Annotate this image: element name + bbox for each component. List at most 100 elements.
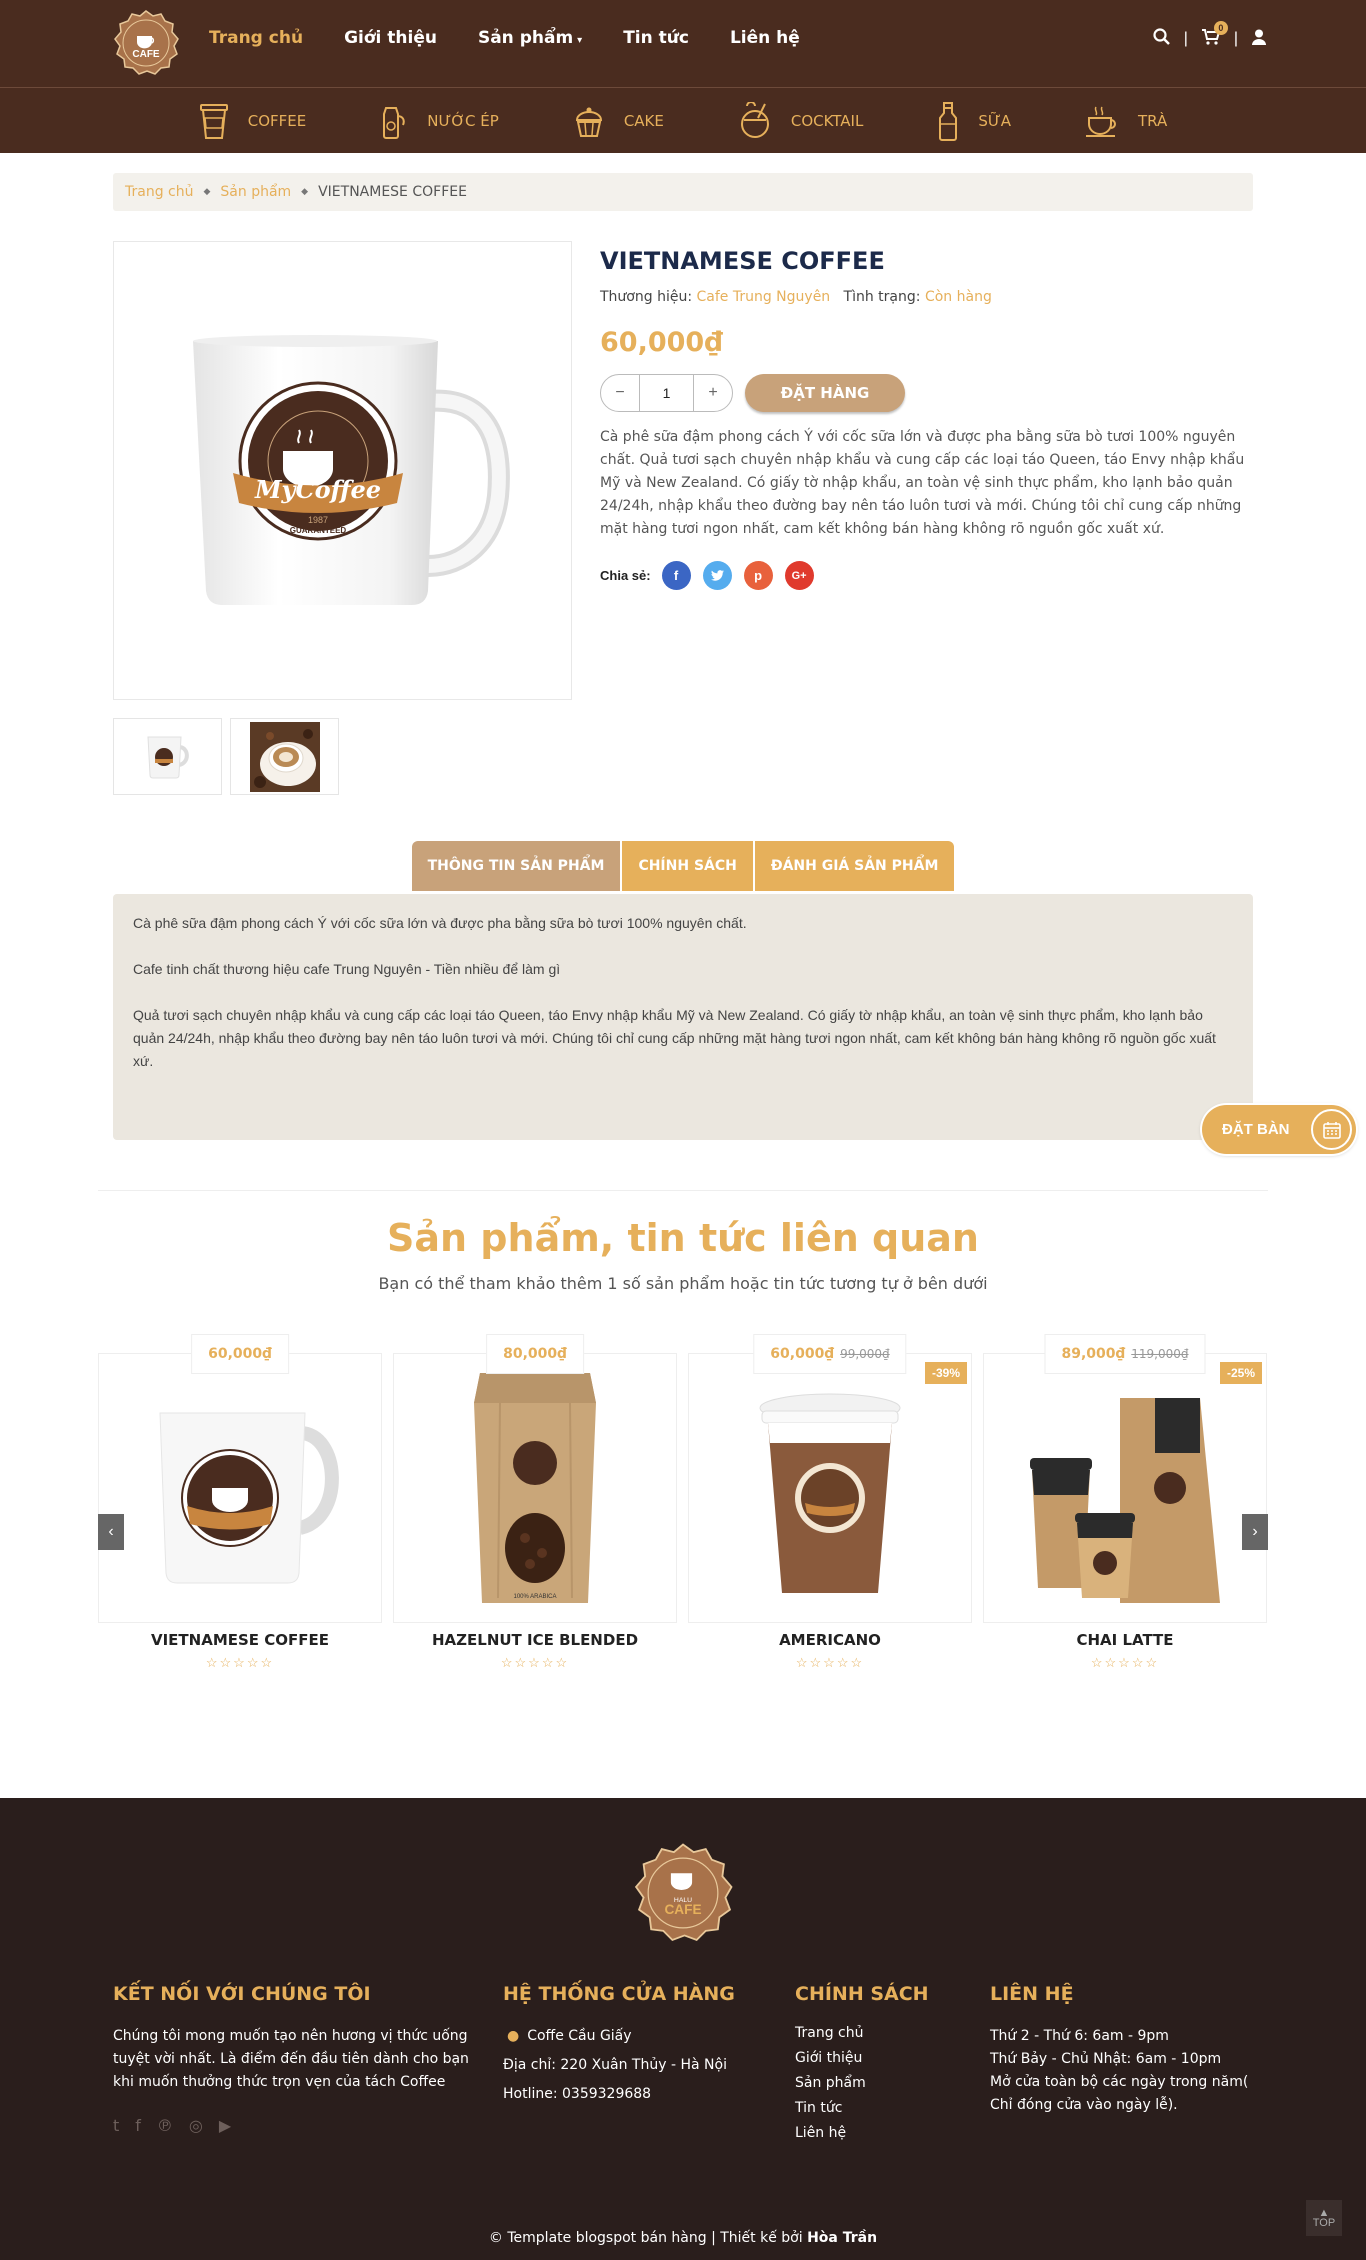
instagram-icon[interactable]: ◎ (189, 2116, 203, 2135)
tab-reviews[interactable]: ĐÁNH GIÁ SẢN PHẨM (754, 841, 955, 891)
thumbnail-coffee-cup[interactable] (230, 718, 339, 795)
order-button[interactable]: ĐẶT HÀNG (745, 374, 905, 412)
breadcrumb-current: VIETNAMESE COFFEE (318, 184, 467, 200)
product-card-name[interactable]: VIETNAMESE COFFEE (98, 1631, 382, 1649)
rating-stars: ☆☆☆☆☆ (500, 1655, 570, 1670)
brand-label: Thương hiệu: (600, 289, 693, 305)
footer-link-contact[interactable]: Liên hệ (795, 2125, 846, 2141)
sale-badge: -25% (1219, 1362, 1262, 1384)
carousel-prev-button[interactable]: ‹ (98, 1514, 124, 1550)
breadcrumb-home[interactable]: Trang chủ (125, 184, 193, 200)
copyright-author[interactable]: Hòa Trần (807, 2230, 877, 2246)
tab-policy[interactable]: CHÍNH SÁCH (622, 841, 753, 891)
product-card-name[interactable]: CHAI LATTE (983, 1631, 1267, 1649)
tab-paragraph: Quả tươi sạch chuyên nhập khẩu và cung c… (133, 1007, 1216, 1069)
twitter-share-icon[interactable] (702, 561, 732, 590)
thumbnail-mug[interactable] (113, 718, 222, 795)
product-card-image[interactable]: 80,000₫ 100% ARABICA (393, 1334, 677, 1623)
footer-link-home[interactable]: Trang chủ (795, 2025, 863, 2041)
rating-stars: ☆☆☆☆☆ (205, 1655, 275, 1670)
quantity-input[interactable]: 1 (639, 375, 694, 411)
category-cocktail[interactable]: Cocktail (738, 101, 863, 140)
card-price: 89,000₫ (1061, 1346, 1126, 1362)
category-cake-label: Cake (623, 111, 664, 130)
facebook-icon[interactable]: f (135, 2116, 141, 2135)
tab-product-info[interactable]: THÔNG TIN SẢN PHẨM (411, 841, 621, 891)
youtube-icon[interactable]: ▶ (219, 2116, 231, 2135)
footer-connect-title: Kết nối với chúng tôi (113, 1983, 371, 2005)
book-table-button[interactable]: ĐẶT BÀN (1202, 1105, 1356, 1154)
twitter-icon[interactable]: t (113, 2116, 119, 2135)
product-main-image[interactable]: MyCoffee 1987 GUARANTEED (113, 241, 572, 700)
category-milk[interactable]: Sữa (937, 101, 1011, 141)
product-card-image[interactable]: 60,000₫ (98, 1334, 382, 1623)
product-card-name[interactable]: HAZELNUT ICE BLENDED (393, 1631, 677, 1649)
category-milk-label: Sữa (978, 111, 1011, 130)
facebook-share-icon[interactable]: f (661, 561, 691, 590)
category-coffee[interactable]: Coffee (199, 102, 306, 140)
brand-link[interactable]: Cafe Trung Nguyên (697, 289, 831, 305)
footer-link-news[interactable]: Tin tức (795, 2100, 842, 2116)
map-pin-icon: ● (507, 2028, 520, 2044)
user-icon[interactable] (1252, 29, 1266, 50)
hours-line: Thứ 2 - Thứ 6: 6am - 9pm (990, 2028, 1169, 2044)
nav-products[interactable]: Sản phẩm ▾ (478, 28, 582, 48)
footer-socials: t f ℗ ◎ ▶ (113, 2116, 483, 2135)
nav-news[interactable]: Tin tức (623, 28, 689, 48)
search-icon[interactable] (1153, 28, 1170, 50)
sale-badge: -39% (924, 1362, 967, 1384)
product-info: VIETNAMESE COFFEE Thương hiệu: Cafe Trun… (600, 247, 1253, 590)
pinterest-share-icon[interactable]: p (743, 561, 773, 590)
footer-policy: Chính sách Trang chủ Giới thiệu Sản phẩm… (795, 1983, 965, 2150)
stock-status: Còn hàng (924, 289, 992, 305)
quantity-decrease-button[interactable]: − (601, 375, 639, 411)
product-card[interactable]: 80,000₫ 100% ARABICA HAZELNUT ICE BLENDE… (393, 1334, 677, 1671)
nav-home[interactable]: Trang chủ (209, 28, 303, 48)
hours-line: Thứ Bảy - Chủ Nhật: 6am - 10pm (990, 2051, 1222, 2067)
product-card[interactable]: 60,000₫ VIETNAMESE COFFEE ☆☆☆☆☆ (98, 1334, 382, 1671)
google-plus-share-icon[interactable]: G+ (784, 561, 814, 590)
product-card[interactable]: 60,000₫ 99,000₫ -39% AMERICANO ☆☆☆☆☆ (688, 1334, 972, 1671)
product-price: 60,000₫ (600, 327, 723, 358)
divider: | (1183, 30, 1188, 47)
tea-cup-icon (1086, 106, 1116, 137)
top-header: CAFE Trang chủ Giới thiệu Sản phẩm ▾ Tin … (0, 0, 1366, 87)
calendar-icon (1311, 1109, 1352, 1150)
rating-stars: ☆☆☆☆☆ (1090, 1655, 1160, 1670)
footer-link-products[interactable]: Sản phẩm (795, 2075, 866, 2091)
tab-content: Cà phê sữa đậm phong cách Ý với cốc sữa … (113, 894, 1253, 1140)
hours-line: Mở cửa toàn bộ các ngày trong năm( (990, 2074, 1249, 2090)
category-tea-label: Trà (1138, 111, 1168, 130)
product-card-name[interactable]: AMERICANO (688, 1631, 972, 1649)
nav-about[interactable]: Giới thiệu (344, 28, 437, 48)
cart-button[interactable]: 0 (1201, 20, 1228, 50)
footer-link-about[interactable]: Giới thiệu (795, 2050, 862, 2066)
juice-icon (383, 106, 405, 139)
divider: | (1233, 30, 1238, 47)
book-table-label: ĐẶT BÀN (1222, 1121, 1290, 1138)
footer-logo[interactable]: HALU CAFE (633, 1843, 733, 1943)
product-card-image[interactable]: 60,000₫ 99,000₫ -39% (688, 1334, 972, 1623)
nav-contact[interactable]: Liên hệ (730, 28, 800, 48)
nav-contact-label: Liên hệ (729, 28, 800, 48)
footer-contact: Liên hệ Thứ 2 - Thứ 6: 6am - 9pm Thứ Bảy… (990, 1983, 1260, 2117)
quantity-increase-button[interactable]: + (694, 375, 732, 411)
cocktail-icon (740, 101, 769, 138)
back-to-top-button[interactable]: ▲ TOP (1306, 2200, 1342, 2236)
category-cake[interactable]: Cake (573, 104, 664, 138)
category-juice[interactable]: Nước ép (380, 102, 499, 140)
store-hotline: Hotline: 0359329688 (503, 2086, 652, 2102)
carousel-next-button[interactable]: › (1242, 1514, 1268, 1550)
cart-count-badge: 0 (1213, 20, 1228, 35)
nav-products-label: Sản phẩm (477, 28, 574, 48)
breadcrumb-products[interactable]: Sản phẩm (220, 184, 291, 200)
product-card-image[interactable]: 89,000₫ 119,000₫ -25% (983, 1334, 1267, 1623)
section-divider (98, 1190, 1268, 1191)
product-card[interactable]: 89,000₫ 119,000₫ -25% CHAI LATTE ☆☆☆☆☆ (983, 1334, 1267, 1671)
share-label: Chia sẻ: (600, 568, 651, 583)
breadcrumb-separator: ◆ (301, 187, 309, 197)
site-footer: HALU CAFE Kết nối với chúng tôi Chúng tô… (0, 1798, 1366, 2260)
category-tea[interactable]: Trà (1085, 104, 1167, 138)
pinterest-icon[interactable]: ℗ (157, 2116, 173, 2135)
site-logo[interactable]: CAFE (113, 10, 179, 76)
